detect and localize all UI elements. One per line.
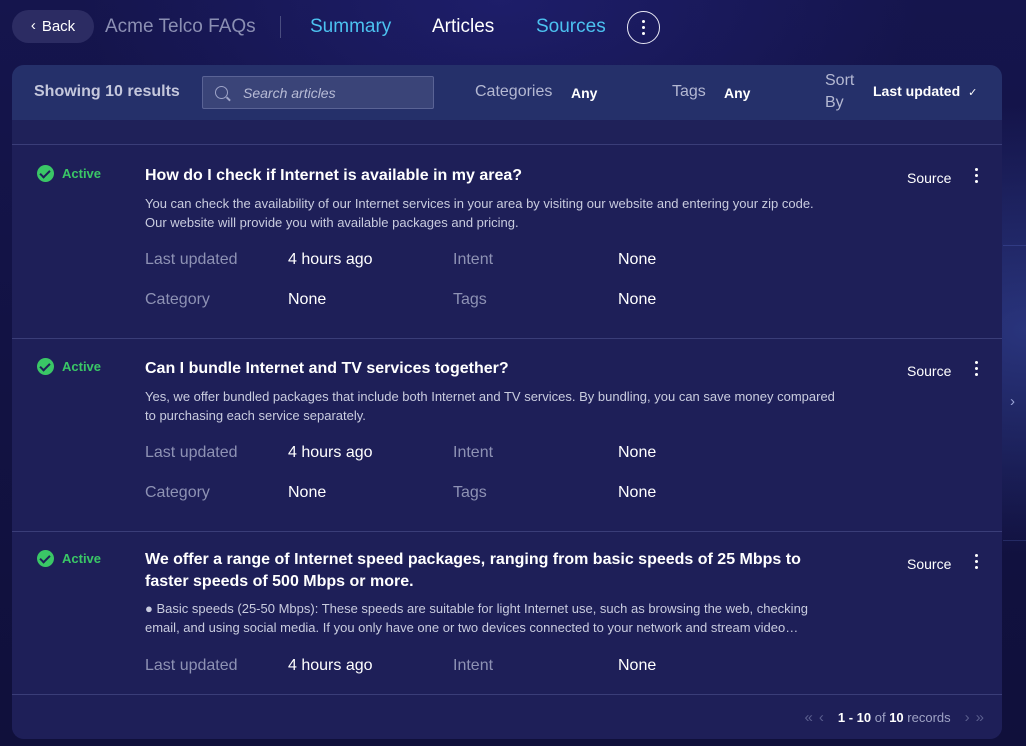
check-circle-icon	[37, 165, 54, 182]
search-icon	[215, 86, 228, 99]
check-circle-icon	[37, 550, 54, 567]
back-button[interactable]: ‹ Back	[12, 10, 94, 43]
chevron-down-icon: ✓	[968, 86, 978, 99]
intent-value: None	[618, 444, 657, 461]
more-options-button[interactable]	[627, 11, 660, 44]
tags-label: Tags	[672, 83, 706, 100]
chevron-right-icon[interactable]: ›	[1010, 393, 1015, 410]
app-title: Acme Telco FAQs	[105, 16, 256, 37]
tags-label: Tags	[453, 484, 487, 501]
category-label: Category	[145, 291, 210, 308]
tab-sources[interactable]: Sources	[536, 16, 606, 38]
pagination-summary: 1 - 10 of 10 records	[838, 710, 951, 725]
article-title[interactable]: We offer a range of Internet speed packa…	[145, 549, 835, 593]
articles-panel: Showing 10 results Categories Any Tags A…	[12, 65, 1002, 739]
back-button-label: Back	[41, 18, 76, 35]
last-updated-value: 4 hours ago	[288, 251, 373, 268]
source-link[interactable]: Source	[907, 556, 951, 572]
tags-value: None	[618, 484, 657, 501]
article-row[interactable]: Active Can I bundle Internet and TV serv…	[12, 339, 1002, 532]
article-body: Yes, we offer bundled packages that incl…	[145, 389, 835, 423]
intent-value: None	[618, 657, 657, 674]
top-bar: ‹ Back Acme Telco FAQs Summary Articles …	[0, 0, 1026, 56]
status-text: Active	[62, 359, 102, 374]
page-range: 1 - 10	[837, 710, 872, 725]
background-decoration	[1003, 245, 1026, 246]
article-title[interactable]: Can I bundle Internet and TV services to…	[145, 358, 835, 380]
status-badge: Active	[37, 165, 101, 182]
list-header-spacer	[12, 120, 1002, 145]
category-label: Category	[145, 484, 210, 501]
intent-label: Intent	[453, 444, 494, 461]
status-badge: Active	[37, 550, 101, 567]
search-box	[202, 76, 434, 109]
check-circle-icon	[37, 358, 54, 375]
categories-select[interactable]: Any	[571, 85, 597, 101]
filter-bar: Showing 10 results Categories Any Tags A…	[12, 65, 1002, 120]
next-page-icon[interactable]: ›	[965, 709, 970, 726]
more-vertical-icon[interactable]	[972, 554, 980, 569]
last-updated-value: 4 hours ago	[288, 657, 373, 674]
sort-value: Last updated	[873, 83, 961, 99]
background-decoration	[1003, 540, 1026, 541]
last-updated-value: 4 hours ago	[288, 444, 373, 461]
last-updated-label: Last updated	[145, 251, 238, 268]
status-text: Active	[62, 166, 102, 181]
first-page-icon[interactable]: «	[805, 709, 813, 726]
more-vertical-icon	[642, 20, 645, 35]
tab-summary[interactable]: Summary	[310, 16, 391, 38]
article-body: ● Basic speeds (25-50 Mbps): These speed…	[145, 601, 809, 635]
category-value: None	[288, 291, 327, 308]
intent-value: None	[618, 251, 657, 268]
last-updated-label: Last updated	[145, 444, 238, 461]
article-body: You can check the availability of our In…	[145, 196, 814, 230]
last-page-icon[interactable]: »	[976, 709, 984, 726]
source-link[interactable]: Source	[907, 363, 951, 379]
pagination: « ‹ 1 - 10 of 10 records › »	[805, 709, 984, 726]
article-row[interactable]: Active How do I check if Internet is ava…	[12, 146, 1002, 339]
more-vertical-icon[interactable]	[972, 168, 980, 183]
more-vertical-icon[interactable]	[972, 361, 980, 376]
search-input[interactable]	[243, 77, 428, 108]
pagination-bar: « ‹ 1 - 10 of 10 records › »	[12, 695, 1002, 739]
tags-value: None	[618, 291, 657, 308]
tags-select[interactable]: Any	[724, 85, 750, 101]
sort-by-label: Sort By	[825, 72, 855, 111]
status-text: Active	[62, 551, 102, 566]
divider	[280, 16, 281, 38]
intent-label: Intent	[453, 251, 494, 268]
article-title[interactable]: How do I check if Internet is available …	[145, 165, 835, 187]
status-badge: Active	[37, 358, 101, 375]
total-records: 10	[889, 710, 904, 725]
sort-select[interactable]: Last updated ✓	[873, 83, 977, 99]
previous-page-icon[interactable]: ‹	[819, 709, 824, 726]
article-row[interactable]: Active We offer a range of Internet spee…	[12, 532, 1002, 695]
pagination-of: of	[874, 710, 886, 725]
intent-label: Intent	[453, 657, 494, 674]
tab-articles[interactable]: Articles	[432, 16, 494, 38]
source-link[interactable]: Source	[907, 170, 951, 186]
last-updated-label: Last updated	[145, 657, 238, 674]
tags-label: Tags	[453, 291, 487, 308]
category-value: None	[288, 484, 327, 501]
categories-label: Categories	[475, 83, 553, 100]
pagination-records: records	[907, 710, 951, 725]
results-count: Showing 10 results	[34, 83, 180, 100]
chevron-left-icon: ‹	[30, 17, 36, 34]
